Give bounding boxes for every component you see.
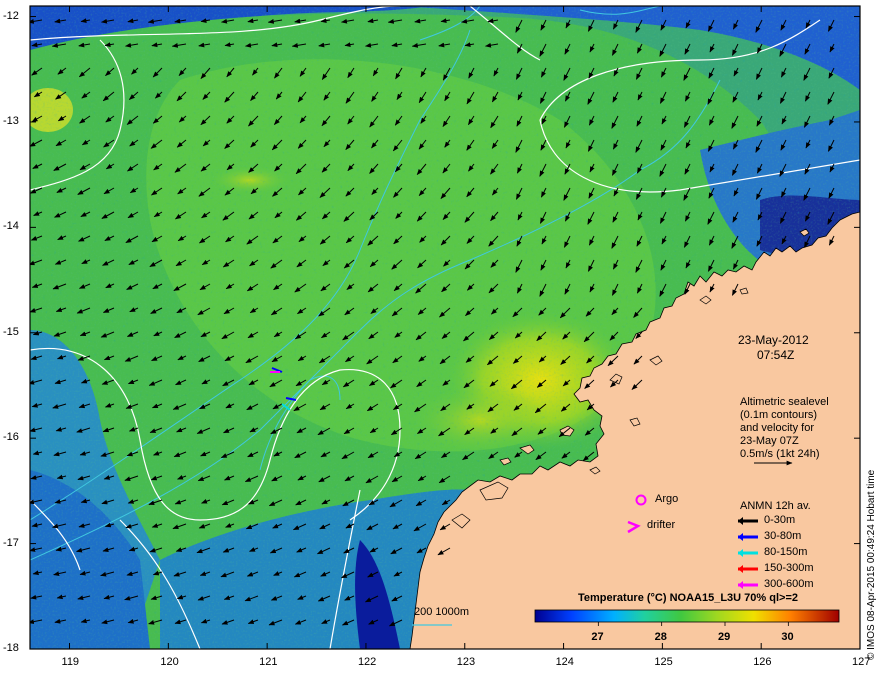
lon-tick-label: 121	[259, 656, 278, 668]
anmn-legend-label: 150-300m	[764, 562, 814, 574]
colorbar	[534, 609, 840, 623]
lon-tick-label: 124	[555, 656, 574, 668]
lon-tick-label: 125	[654, 656, 673, 668]
colorbar-tick-label: 29	[718, 631, 731, 643]
anmn-legend-label: 300-600m	[764, 578, 814, 590]
colorbar-title: Temperature (°C) NOAA15_L3U 70% ql>=2	[578, 592, 798, 604]
lat-tick-label: -18	[3, 642, 19, 654]
lat-tick-label: -16	[3, 431, 19, 444]
altimetry-note-line: 23-May 07Z	[740, 435, 799, 447]
argo-label: Argo	[655, 493, 679, 505]
anmn-legend-label: 30-80m	[764, 530, 802, 542]
credit-text: © IMOS 08-Apr-2015 00:49:24 Hobart time	[866, 469, 877, 660]
map-date: 23-May-2012	[738, 333, 809, 347]
altimetry-note-line: 0.5m/s (1kt 24h)	[740, 448, 820, 460]
lat-tick-label: -15	[3, 325, 19, 338]
lat-tick-label: -14	[3, 220, 19, 233]
lat-tick-label: -13	[3, 114, 19, 127]
colorbar-tick-label: 28	[654, 631, 667, 643]
altimetry-note-line: and velocity for	[740, 422, 814, 434]
altimetry-note-line: Altimetric sealevel	[740, 396, 829, 408]
anmn-legend-title: ANMN 12h av.	[740, 500, 811, 512]
lon-tick-label: 123	[456, 656, 476, 668]
altimetry-note-line: (0.1m contours)	[740, 409, 818, 421]
lon-tick-label: 126	[753, 656, 772, 668]
anmn-legend-label: 80-150m	[764, 546, 808, 558]
lon-tick-label: 122	[357, 656, 377, 668]
lon-tick-label: 119	[61, 656, 80, 668]
isobath-legend-label: 200 1000m	[414, 606, 470, 618]
colorbar-tick-label: 27	[591, 631, 604, 643]
altimetry-note: Altimetric sealevel (0.1m contours) and …	[740, 396, 829, 461]
drifter-label: drifter	[647, 519, 676, 531]
anmn-legend-label: 0-30m	[764, 514, 796, 526]
lon-tick-label: 120	[160, 656, 179, 668]
map-time: 07:54Z	[757, 348, 795, 362]
sst-field	[30, 6, 860, 649]
lat-tick-label: -17	[3, 536, 19, 549]
lat-tick-label: -12	[3, 9, 19, 22]
colorbar-tick-label: 30	[781, 631, 794, 643]
